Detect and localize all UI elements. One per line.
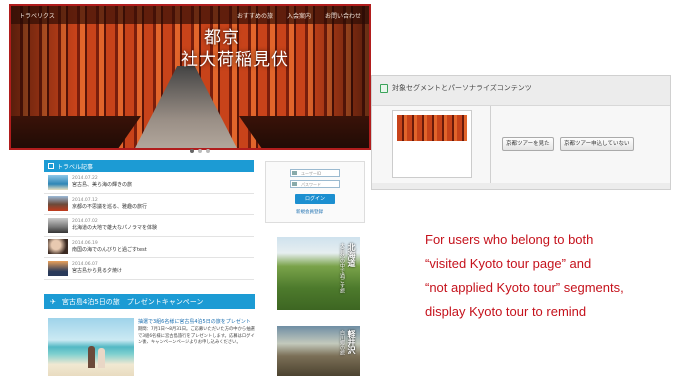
website-mockup: トラベリクス おすすめの旅 入会案内 お問い合わせ 京都 伏見稲荷大社 トラベル… [0,0,372,376]
news-thumbnail [48,174,68,190]
segment-button-visited-kyoto[interactable]: 京都ツアーを見た [502,137,554,151]
news-thumbnail [48,196,68,212]
segment-button-not-applied-kyoto[interactable]: 京都ツアー申込していない [560,137,634,151]
banner-subtitle: 大自然の中で過ごす旅 [339,243,345,293]
karuizawa-banner[interactable]: 軽井沢 白川郷の旅 [277,326,360,376]
panel-body: 京都ツアーを見た 京都ツアー申込していない [372,105,670,183]
password-placeholder: パスワード [301,182,321,187]
login-box: ユーザーID パスワード ログイン 新規会員登録 [265,161,365,223]
user-icon [292,171,297,175]
news-item[interactable]: 2014.06.19 南国の海でのんびりと過ごすtest [44,237,254,258]
hero-title-line-2: 伏見稲荷大社 [177,50,287,69]
carousel-dot[interactable] [198,149,202,153]
caption-line: “not applied Kyoto tour” segments, [425,280,624,295]
hero-floor-left [11,116,141,148]
news-heading: トラベル記事 [44,160,254,172]
news-title: 京都の不思議を巡る、雅趣の旅行 [72,203,148,210]
lock-icon [292,182,297,186]
segment-content-panel: 対象セグメントとパーソナライズコンテンツ 京都ツアーを見た 京都ツアー申込してい… [371,75,671,190]
carousel-dots [190,149,210,153]
news-title: 宮古島から見る夕焼け [72,268,123,275]
banner-title: 北海道 [347,243,356,267]
caption: For users who belong to both “visited Ky… [425,228,695,324]
campaign-title[interactable]: 抽選で3組6名様に宮古島4泊5日の旅をプレゼント [138,318,256,325]
content-thumbnail-image [397,115,467,141]
caption-line: For users who belong to both [425,232,594,247]
document-icon [48,163,54,169]
nav-item-recommended[interactable]: おすすめの旅 [237,11,273,20]
site-logo[interactable]: トラベリクス [19,11,223,20]
news-heading-label: トラベル記事 [57,163,94,171]
news-thumbnail [48,239,68,255]
panel-title: 対象セグメントとパーソナライズコンテンツ [392,84,532,92]
campaign-image[interactable] [48,318,134,376]
news-item[interactable]: 2014.06.07 宮古島から見る夕焼け [44,258,254,280]
carousel-dot[interactable] [206,149,210,153]
banner-subtitle: 白川郷の旅 [339,330,345,355]
panel-header: 対象セグメントとパーソナライズコンテンツ [372,76,670,100]
copy-icon [380,83,388,93]
password-field[interactable]: パスワード [290,180,340,188]
nav-item-membership[interactable]: 入会案内 [287,11,311,20]
banner-title: 軽井沢 [347,330,356,354]
news-title: 南国の海でのんびりと過ごすtest [72,246,147,253]
news-title: 宮古島、美ら海の輝きの旅 [72,182,133,189]
news-item[interactable]: 2014.07.02 北海道の大地で雄大なパノラマを体験 [44,215,254,237]
news-title: 北海道の大地で雄大なパノラマを体験 [72,225,158,232]
news-thumbnail [48,217,68,233]
campaign-heading: ✈ 宮古島4泊5日の旅 プレゼントキャンペーン [44,294,255,309]
hero-floor-right [239,116,369,148]
login-button[interactable]: ログイン [295,194,335,204]
hero-title-line-1: 京都 [200,28,238,47]
site-header: トラベリクス おすすめの旅 入会案内 お問い合わせ [11,6,369,24]
campaign-heading-label: 宮古島4泊5日の旅 プレゼントキャンペーン [61,297,204,306]
news-thumbnail [48,260,68,276]
caption-line: display Kyoto tour to remind [425,304,587,319]
content-thumbnail-card[interactable] [392,110,472,178]
panel-divider [490,106,491,183]
user-id-placeholder: ユーザーID [301,171,322,176]
hero-banner[interactable]: トラベリクス おすすめの旅 入会案内 お問い合わせ 京都 伏見稲荷大社 [9,4,371,150]
news-panel: トラベル記事 2014.07.22 宮古島、美ら海の輝きの旅 2014.07.12… [44,160,254,282]
user-id-field[interactable]: ユーザーID [290,169,340,177]
caption-line: “visited Kyoto tour page” and [425,256,592,271]
airplane-icon: ✈ [50,297,56,306]
hero-path [131,66,241,148]
hokkaido-banner[interactable]: 北海道 大自然の中で過ごす旅 [277,237,360,310]
news-item[interactable]: 2014.07.12 京都の不思議を巡る、雅趣の旅行 [44,194,254,215]
carousel-dot[interactable] [190,149,194,153]
nav-item-contact[interactable]: お問い合わせ [325,11,361,20]
campaign-person [98,348,105,368]
new-registration-link[interactable]: 新規会員登録 [296,209,323,215]
news-item[interactable]: 2014.07.22 宮古島、美ら海の輝きの旅 [44,172,254,194]
campaign-person [88,346,95,368]
campaign-body: 期間：7月1日〜8月31日。ご応募いただいた方の中から抽選で3組6名様に宮古島旅… [138,327,255,345]
